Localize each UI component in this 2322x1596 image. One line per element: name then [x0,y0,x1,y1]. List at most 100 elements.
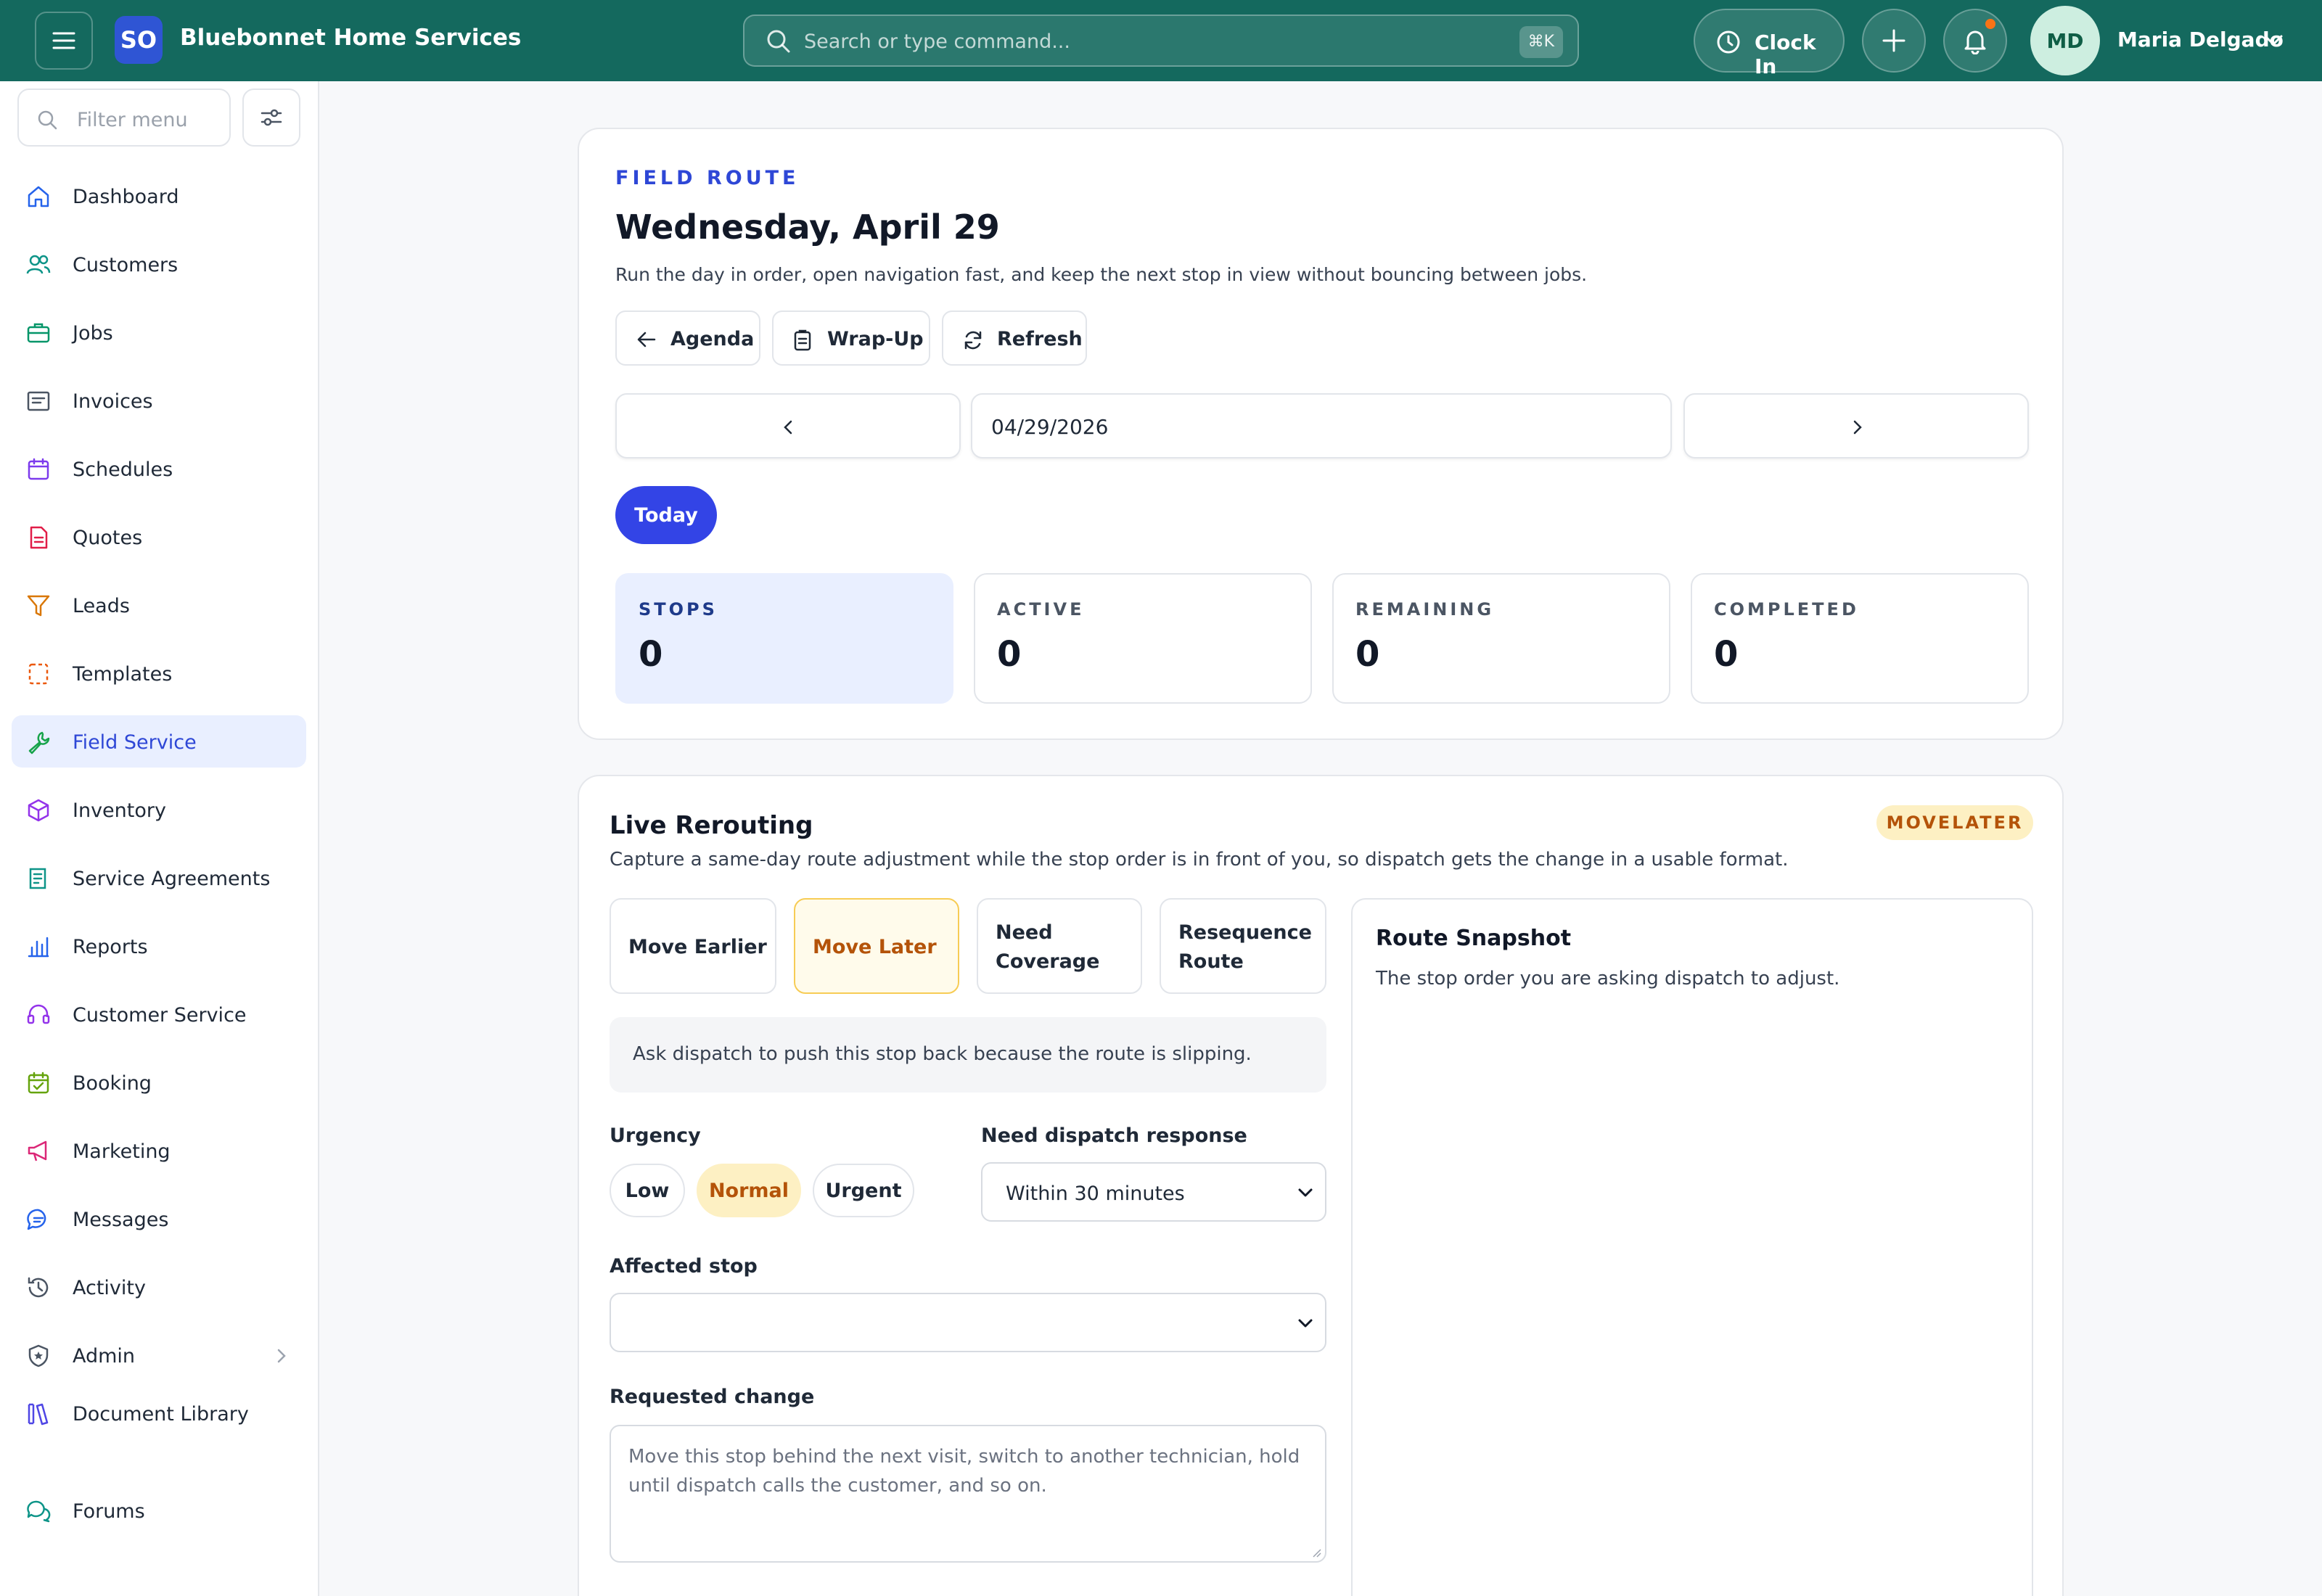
snapshot-title: Route Snapshot [1376,926,1572,951]
command-search[interactable]: Search or type command... ⌘K [743,15,1579,67]
sidebar-item-dashboard[interactable]: Dashboard [12,170,306,222]
stat-label: COMPLETED [1714,599,1859,620]
sidebar-item-activity[interactable]: Activity [12,1261,306,1313]
refresh-button[interactable]: Refresh [942,310,1087,366]
sidebar-item-schedules[interactable]: Schedules [12,443,306,495]
sidebar-item-document-library[interactable]: Document Library [12,1387,306,1439]
response-label: Need dispatch response [981,1124,1247,1147]
sidebar-item-forums[interactable]: Forums [12,1484,306,1537]
megaphone-icon [28,1140,47,1161]
add-button[interactable] [1862,9,1926,73]
previous-day-button[interactable] [615,393,961,458]
stat-label: STOPS [639,599,718,620]
urgency-label: Urgency [610,1124,701,1147]
chevron-down-icon[interactable] [2262,32,2284,48]
section-title: Live Rerouting [610,811,813,840]
chevron-right-icon[interactable] [274,1348,289,1364]
resize-handle-icon[interactable] [1310,1547,1322,1558]
urgency-urgent[interactable]: Urgent [813,1164,914,1217]
sidebar-item-label: Dashboard [73,186,179,208]
clipboard-icon [794,329,811,351]
avatar[interactable]: MD [2030,6,2100,75]
headset-icon [27,1004,50,1024]
affected-stop-select[interactable] [610,1293,1326,1352]
sidebar-item-label: Marketing [73,1140,171,1163]
sidebar-item-field-service[interactable]: Field Service [12,715,306,768]
sidebar-item-label: Document Library [73,1403,249,1426]
sidebar-item-jobs[interactable]: Jobs [12,306,306,358]
sidebar-item-label: Schedules [73,458,173,481]
bar-chart-icon [28,937,49,958]
page-description: Run the day in order, open navigation fa… [615,264,1588,285]
search-icon [38,110,57,130]
sidebar-item-label: Invoices [73,390,153,413]
plus-icon [1882,29,1905,52]
user-name[interactable]: Maria Delgado [2117,28,2284,52]
users-icon [26,255,51,274]
filter-menu-input[interactable]: Filter menu [77,109,188,131]
sidebar-item-messages[interactable]: Messages [12,1193,306,1245]
section-description: Capture a same-day route adjustment whil… [610,849,1789,871]
sidebar-item-admin[interactable]: Admin [12,1329,306,1381]
sidebar-item-label: Jobs [73,322,113,345]
textarea-placeholder: Move this stop behind the next visit, sw… [628,1446,1300,1497]
agenda-button[interactable]: Agenda [615,310,760,366]
wrap-up-button[interactable]: Wrap-Up [772,310,930,366]
urgency-low[interactable]: Low [610,1164,685,1217]
search-input[interactable]: Search or type command... [804,30,1070,53]
invoice-icon [27,391,50,411]
arrow-left-icon [637,332,656,347]
notifications-button[interactable] [1943,9,2007,73]
app-logo[interactable]: SO [115,16,163,64]
sidebar-item-reports[interactable]: Reports [12,920,306,972]
route-date-input[interactable]: 04/29/2026 [971,393,1672,458]
menu-settings-button[interactable] [242,89,300,147]
stat-remaining: REMAINING 0 [1332,573,1670,704]
option-hint: Ask dispatch to push this stop back beca… [610,1017,1326,1093]
sidebar-item-leads[interactable]: Leads [12,579,306,631]
option-move-later[interactable]: Move Later [794,898,959,994]
sidebar-item-service-agreements[interactable]: Service Agreements [12,852,306,904]
affected-stop-label: Affected stop [610,1255,758,1278]
agenda-label: Agenda [670,328,755,350]
option-need-coverage[interactable]: Need Coverage [977,898,1142,994]
sidebar-item-invoices[interactable]: Invoices [12,374,306,427]
option-resequence-route[interactable]: Resequence Route [1160,898,1326,994]
template-icon [28,663,49,685]
sidebar-item-label: Messages [73,1209,169,1231]
field-route-card: FIELD ROUTE Wednesday, April 29 Run the … [578,128,2064,740]
sidebar-item-label: Field Service [73,731,197,754]
chevron-left-icon [784,420,792,435]
response-select[interactable]: Within 30 minutes [981,1162,1326,1222]
sidebar-item-templates[interactable]: Templates [12,647,306,699]
sidebar-item-customers[interactable]: Customers [12,238,306,290]
sidebar-item-marketing[interactable]: Marketing [12,1124,306,1177]
sidebar-item-customer-service[interactable]: Customer Service [12,988,306,1040]
notification-dot [1985,19,1995,29]
section-eyebrow: FIELD ROUTE [615,167,800,189]
clock-in-button[interactable]: Clock In [1694,9,1845,78]
chevron-down-icon [1298,1188,1313,1197]
hint-text: Ask dispatch to push this stop back beca… [633,1043,1252,1065]
top-bar: SO Bluebonnet Home Services Search or ty… [0,0,2322,81]
filter-menu-field[interactable]: Filter menu [17,89,231,147]
next-day-button[interactable] [1683,393,2029,458]
menu-button[interactable] [35,12,93,70]
sidebar-item-label: Booking [73,1072,152,1095]
hamburger-icon [52,32,75,49]
option-move-earlier[interactable]: Move Earlier [610,898,776,994]
box-icon [28,799,49,822]
sidebar-item-label: Inventory [73,799,166,822]
requested-change-textarea[interactable]: Move this stop behind the next visit, sw… [610,1425,1326,1563]
sidebar-item-label: Customer Service [73,1004,247,1027]
stat-completed: COMPLETED 0 [1691,573,2029,704]
sidebar-item-quotes[interactable]: Quotes [12,511,306,563]
requested-change-label: Requested change [610,1386,815,1408]
urgency-normal[interactable]: Normal [697,1164,801,1217]
date-value: 04/29/2026 [991,415,1109,439]
briefcase-icon [27,323,50,343]
today-button[interactable]: Today [615,486,717,544]
brand-name[interactable]: Bluebonnet Home Services [180,25,521,51]
sidebar-item-inventory[interactable]: Inventory [12,783,306,836]
sidebar-item-booking[interactable]: Booking [12,1056,306,1108]
